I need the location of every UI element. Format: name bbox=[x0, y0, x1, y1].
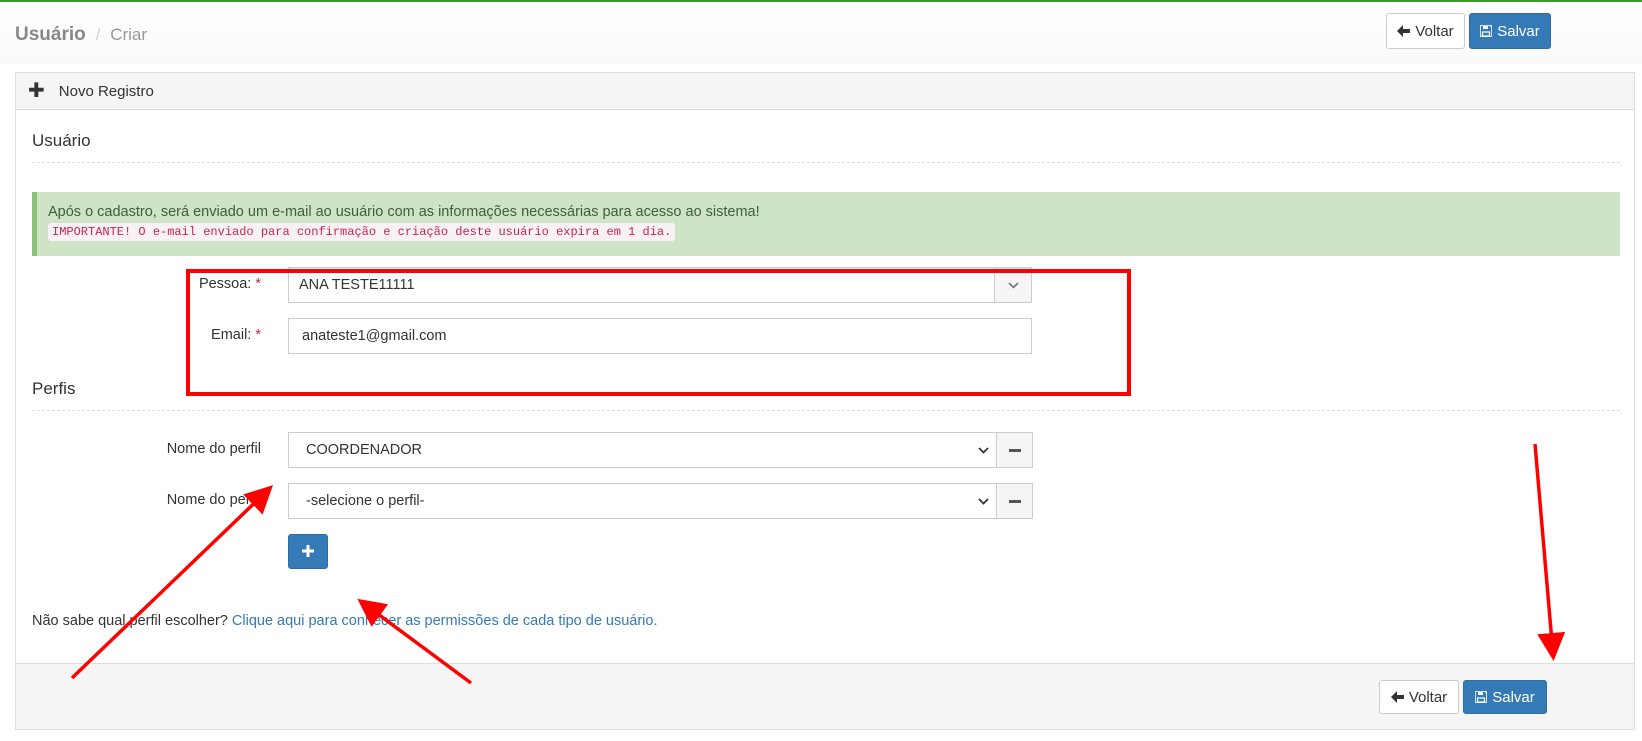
panel-heading-title: Novo Registro bbox=[58, 82, 154, 100]
floppy-disk-icon bbox=[1475, 691, 1488, 703]
pessoa-label: Pessoa: * bbox=[166, 276, 261, 292]
chevron-down-icon bbox=[970, 497, 996, 505]
breadcrumb-separator: / bbox=[95, 27, 101, 44]
permissions-link[interactable]: Clique aqui para conhecer as permissões … bbox=[232, 613, 658, 629]
email-label-text: Email: bbox=[211, 327, 252, 343]
email-value: anateste1@gmail.com bbox=[302, 328, 447, 344]
perfil-label: Nome do perfil bbox=[166, 492, 261, 508]
perfil-select[interactable]: -selecione o perfil- bbox=[288, 483, 997, 519]
pessoa-value: ANA TESTE11111 bbox=[299, 277, 415, 293]
remove-perfil-button[interactable] bbox=[997, 483, 1033, 519]
alert-message: Após o cadastro, será enviado um e-mail … bbox=[48, 204, 760, 220]
plus-icon: ✚ bbox=[28, 80, 45, 102]
perfil-select[interactable]: COORDENADOR bbox=[288, 432, 997, 468]
back-button-label: Voltar bbox=[1415, 22, 1454, 40]
back-button[interactable]: Voltar bbox=[1386, 13, 1465, 49]
footer-back-button[interactable]: Voltar bbox=[1379, 680, 1459, 714]
perfil-value: -selecione o perfil- bbox=[306, 493, 425, 509]
perfil-label: Nome do perfil bbox=[166, 441, 261, 457]
section-divider bbox=[32, 410, 1620, 411]
chevron-down-icon[interactable] bbox=[994, 268, 1031, 302]
panel-heading: ✚ Novo Registro bbox=[16, 73, 1634, 110]
info-alert: Após o cadastro, será enviado um e-mail … bbox=[32, 192, 1620, 256]
section-title-usuario: Usuário bbox=[32, 131, 91, 150]
footer-save-button[interactable]: Salvar bbox=[1463, 680, 1547, 714]
save-button-label: Salvar bbox=[1497, 22, 1540, 40]
section-title-perfis: Perfis bbox=[32, 379, 76, 398]
email-label: Email: * bbox=[166, 327, 261, 343]
plus-icon bbox=[302, 544, 314, 560]
email-field[interactable]: anateste1@gmail.com bbox=[288, 318, 1032, 354]
required-marker: * bbox=[255, 276, 261, 292]
breadcrumb: Usuário / Criar bbox=[15, 24, 147, 46]
breadcrumb-title[interactable]: Usuário bbox=[15, 24, 86, 45]
footer-save-button-label: Salvar bbox=[1492, 688, 1535, 706]
page-header: Usuário / Criar Voltar Salvar bbox=[0, 2, 1642, 64]
save-button[interactable]: Salvar bbox=[1469, 13, 1551, 49]
perfil-value: COORDENADOR bbox=[306, 442, 423, 458]
new-record-panel: ✚ Novo Registro Usuário Após o cadastro,… bbox=[15, 72, 1635, 730]
pessoa-label-text: Pessoa: bbox=[198, 276, 252, 292]
remove-perfil-button[interactable] bbox=[997, 432, 1033, 468]
add-perfil-button[interactable] bbox=[288, 534, 328, 569]
floppy-disk-icon bbox=[1480, 25, 1493, 37]
required-marker: * bbox=[255, 327, 261, 343]
panel-footer: Voltar Salvar bbox=[16, 663, 1634, 729]
footer-back-button-label: Voltar bbox=[1408, 688, 1448, 706]
alert-important: IMPORTANTE! O e-mail enviado para confir… bbox=[48, 223, 676, 241]
chevron-down-icon bbox=[970, 446, 996, 454]
hint-text: Não sabe qual perfil escolher? bbox=[32, 613, 228, 629]
breadcrumb-current: Criar bbox=[110, 25, 148, 44]
arrow-left-icon bbox=[1390, 691, 1404, 703]
minus-icon bbox=[1008, 499, 1021, 503]
arrow-left-icon bbox=[1397, 25, 1411, 37]
section-divider bbox=[32, 162, 1620, 163]
pessoa-select[interactable]: ANA TESTE11111 bbox=[288, 267, 1032, 303]
perfil-hint: Não sabe qual perfil escolher? Clique aq… bbox=[32, 613, 658, 629]
minus-icon bbox=[1008, 448, 1021, 452]
